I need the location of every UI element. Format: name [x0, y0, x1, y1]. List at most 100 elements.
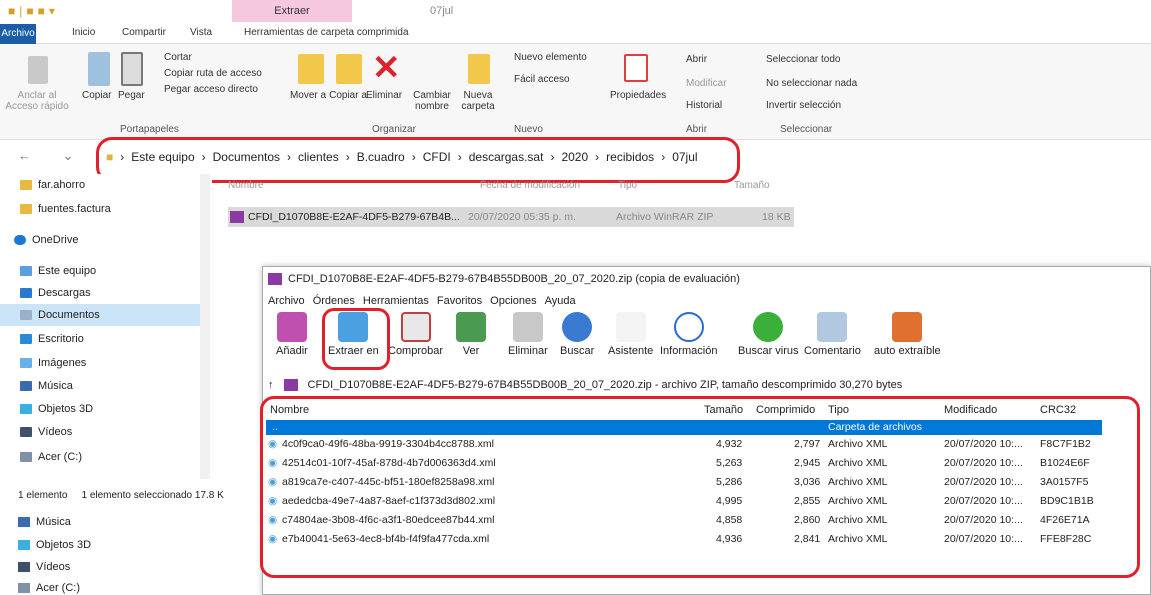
nav-item[interactable]: Este equipo — [20, 265, 96, 277]
cortar-button[interactable]: Cortar — [164, 52, 192, 63]
historial-button[interactable]: Historial — [686, 100, 722, 111]
tab-herramientas[interactable]: Herramientas de carpeta comprimida — [244, 27, 409, 38]
col-tamano[interactable]: Tamaño — [734, 180, 770, 191]
menu-herramientas[interactable]: Herramientas — [363, 295, 429, 307]
group-nuevo: Nuevo — [514, 124, 543, 135]
paste-icon — [121, 52, 143, 86]
nav-item[interactable]: Acer (C:) — [20, 451, 82, 463]
up-arrow-icon[interactable]: ↑ — [268, 379, 274, 391]
menu-archivo[interactable]: Archivo — [268, 295, 305, 307]
objects-3d-icon — [18, 540, 30, 550]
desktop-icon — [20, 334, 32, 344]
documents-icon — [20, 310, 32, 320]
cloud-icon — [14, 235, 26, 245]
nav-item[interactable]: Escritorio — [20, 333, 84, 345]
tab-vista[interactable]: Vista — [190, 27, 212, 38]
images-icon — [20, 358, 32, 368]
back-forward-icons[interactable]: ← ⌄ — [18, 148, 88, 164]
nav-item[interactable]: Acer (C:) — [18, 582, 80, 594]
info-icon — [673, 312, 704, 342]
zip-file-row[interactable]: CFDI_D1070B8E-E2AF-4DF5-B279-67B4B... 20… — [228, 207, 794, 227]
propiedades-button[interactable]: Propiedades — [610, 90, 666, 101]
tool-informacion[interactable]: Información — [660, 312, 717, 357]
nav-item[interactable]: fuentes.factura — [20, 203, 111, 215]
book-icon — [456, 312, 486, 342]
group-portapapeles: Portapapeles — [120, 124, 179, 135]
nav-item[interactable]: Descargas — [20, 287, 91, 299]
col-tipo[interactable]: Tipo — [618, 180, 637, 191]
group-organizar: Organizar — [372, 124, 416, 135]
context-tab-extraer[interactable]: Extraer — [232, 0, 352, 22]
facil-acceso-button[interactable]: Fácil acceso — [514, 74, 570, 85]
nuevo-elemento-button[interactable]: Nuevo elemento — [514, 52, 587, 63]
pegar-button[interactable]: Pegar — [118, 90, 145, 101]
menu-opciones[interactable]: Opciones — [490, 295, 536, 307]
mover-button[interactable]: Mover a — [288, 90, 328, 101]
winrar-icon — [268, 273, 282, 285]
tab-compartir[interactable]: Compartir — [122, 27, 166, 38]
pegar-acceso-button[interactable]: Pegar acceso directo — [164, 84, 258, 95]
tool-comprobar[interactable]: Comprobar — [388, 312, 443, 357]
menu-ayuda[interactable]: Ayuda — [545, 295, 576, 307]
delete-icon: ✕ — [372, 49, 401, 87]
winrar-path: ↑ CFDI_D1070B8E-E2AF-4DF5-B279-67B4B55DB… — [268, 379, 903, 391]
properties-icon — [624, 54, 648, 82]
nav-item[interactable]: Documentos — [20, 309, 100, 321]
modificar-button[interactable]: Modificar — [686, 78, 727, 89]
invertir-seleccion-button[interactable]: Invertir selección — [766, 100, 841, 111]
winrar-title: CFDI_D1070B8E-E2AF-4DF5-B279-67B4B55DB00… — [268, 273, 740, 285]
drive-icon — [20, 452, 32, 462]
folder-icon — [20, 180, 32, 190]
copiar-a-button[interactable]: Copiar a — [328, 90, 368, 101]
cambiar-nombre-button[interactable]: Cambiar nombre — [412, 90, 452, 112]
window-title: 07jul — [430, 5, 454, 17]
virus-icon — [753, 312, 784, 342]
music-icon — [20, 381, 32, 391]
col-nombre[interactable]: Nombre — [228, 180, 264, 191]
nav-item[interactable]: Música — [18, 516, 71, 528]
seleccionar-todo-button[interactable]: Seleccionar todo — [766, 54, 841, 65]
tool-buscar-virus[interactable]: Buscar virus — [738, 312, 799, 357]
status-selected: 1 elemento seleccionado 17.8 K — [81, 489, 224, 501]
nav-item[interactable]: Vídeos — [18, 561, 70, 573]
copiar-button[interactable]: Copiar — [82, 90, 111, 101]
nav-scrollbar[interactable] — [200, 174, 210, 479]
no-seleccionar-button[interactable]: No seleccionar nada — [766, 78, 857, 89]
tab-inicio[interactable]: Inicio — [72, 27, 95, 38]
ribbon: Anclar al Acceso rápido Copiar Pegar Cor… — [0, 44, 1151, 140]
status-bar: 1 elemento 1 elemento seleccionado 17.8 … — [0, 486, 260, 504]
menu-favoritos[interactable]: Favoritos — [437, 295, 482, 307]
ribbon-tabs: Archivo Inicio Compartir Vista Herramien… — [0, 24, 1151, 44]
tool-ver[interactable]: Ver — [456, 312, 486, 357]
menu-ordenes[interactable]: Órdenes — [313, 295, 355, 307]
tab-archivo[interactable]: Archivo — [0, 24, 36, 44]
col-fecha[interactable]: Fecha de modificación — [480, 180, 580, 191]
nav-item[interactable]: Música — [20, 380, 73, 392]
wand-icon — [615, 312, 646, 342]
objects-3d-icon — [20, 404, 32, 414]
abrir-button[interactable]: Abrir — [686, 54, 707, 65]
winrar-menu: Archivo Órdenes Herramientas Favoritos O… — [268, 295, 576, 307]
nav-item[interactable]: OneDrive — [14, 234, 78, 246]
nav-item[interactable]: Objetos 3D — [20, 403, 93, 415]
add-archive-icon — [276, 312, 307, 342]
tool-comentario[interactable]: Comentario — [804, 312, 861, 357]
music-icon — [18, 517, 30, 527]
tool-anadir[interactable]: Añadir — [276, 312, 308, 357]
nav-item[interactable]: Vídeos — [20, 426, 72, 438]
tool-asistente[interactable]: Asistente — [608, 312, 653, 357]
nav-item[interactable]: Objetos 3D — [18, 539, 91, 551]
move-icon — [298, 54, 324, 84]
tool-eliminar[interactable]: Eliminar — [508, 312, 548, 357]
anclar-button[interactable]: Anclar al Acceso rápido — [4, 90, 70, 112]
tool-buscar[interactable]: Buscar — [560, 312, 594, 357]
copiar-ruta-button[interactable]: Copiar ruta de acceso — [164, 68, 262, 79]
nueva-carpeta-button[interactable]: Nueva carpeta — [456, 90, 500, 112]
tool-auto-extraible[interactable]: auto extraíble — [874, 312, 941, 357]
drive-icon — [18, 583, 30, 593]
group-seleccionar: Seleccionar — [780, 124, 833, 135]
quick-access-icons[interactable]: ■|■■▾ — [8, 4, 59, 18]
eliminar-button[interactable]: Eliminar — [366, 90, 402, 101]
nav-item[interactable]: Imágenes — [20, 357, 86, 369]
nav-item[interactable]: far.ahorro — [20, 179, 85, 191]
